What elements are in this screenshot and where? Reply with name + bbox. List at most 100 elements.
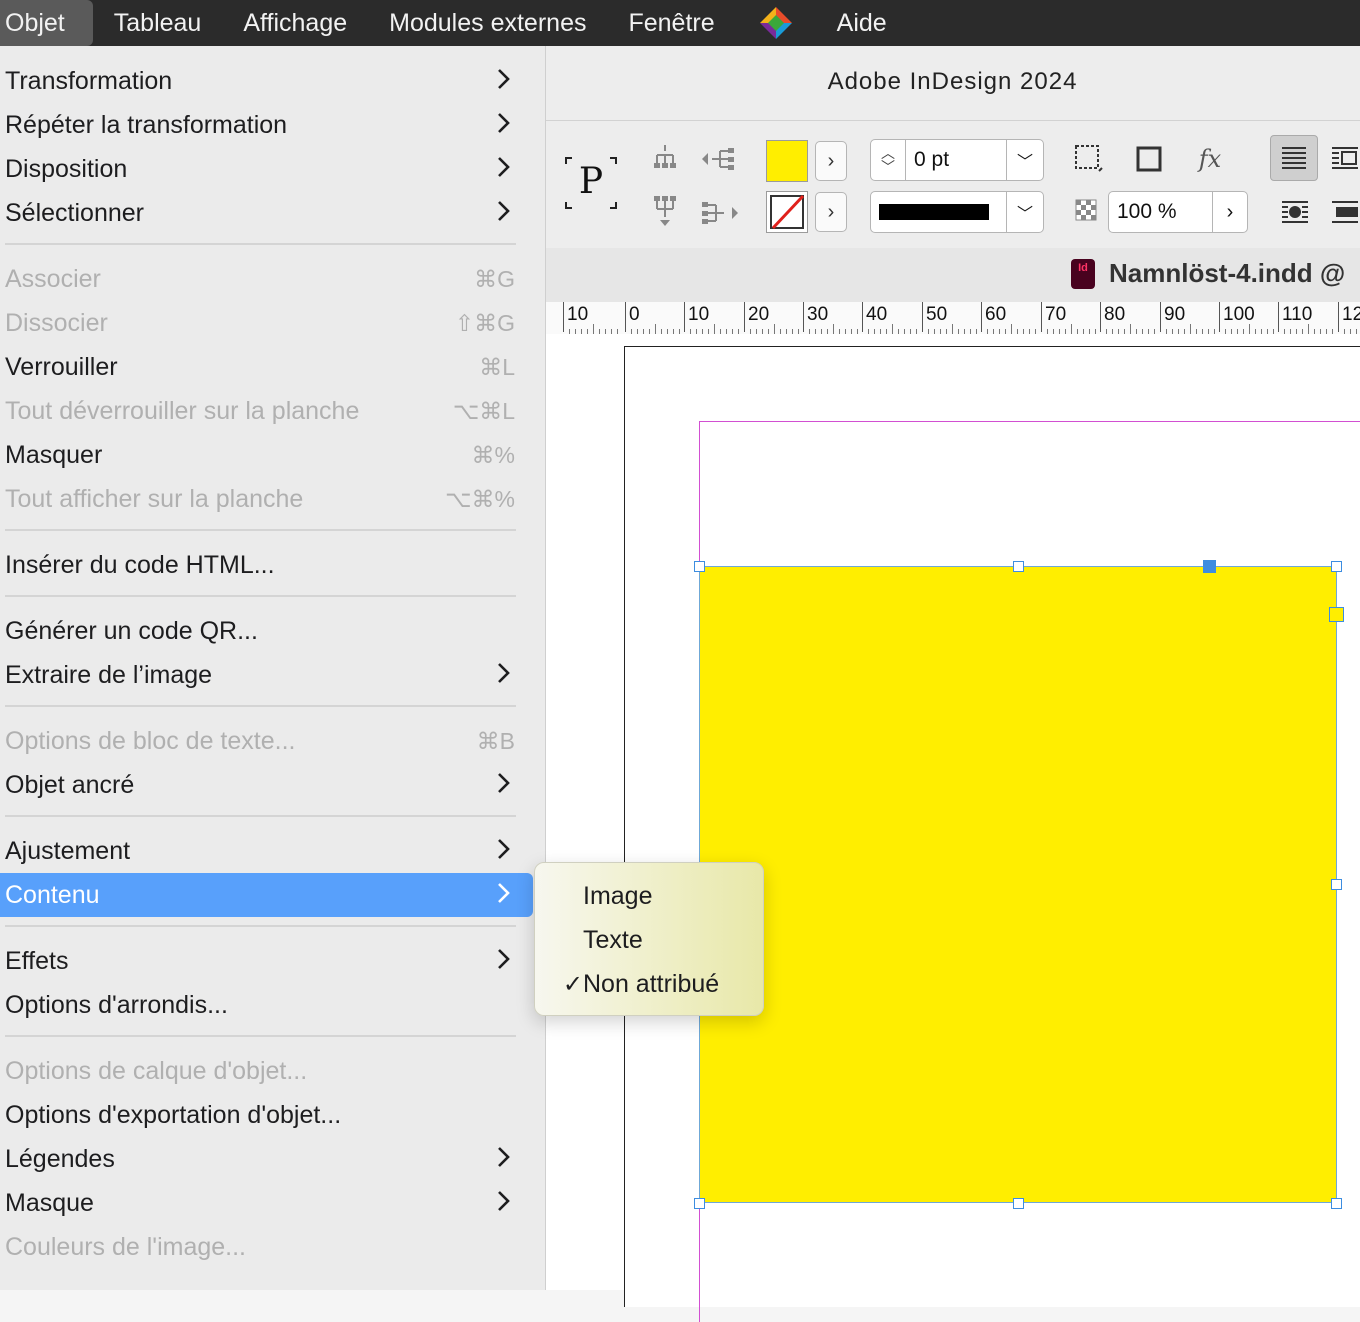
menu-item-label: Insérer du code HTML... [5, 550, 275, 579]
text-wrap-jump-icon[interactable] [1330, 195, 1360, 229]
ruler-minor-tick [654, 324, 656, 334]
align-left-icon[interactable] [700, 143, 740, 175]
text-wrap-bbox-icon[interactable] [1330, 137, 1360, 179]
menu-item-effets[interactable]: Effets [0, 939, 533, 983]
chevron-right-icon [497, 155, 511, 186]
chevron-right-icon [497, 1189, 511, 1220]
menu-item-objet-ancre[interactable]: Objet ancré [0, 763, 533, 807]
chevron-right-icon [497, 881, 511, 912]
stroke-frame-icon[interactable] [1131, 141, 1167, 177]
chevron-down-icon[interactable]: ﹀ [1006, 140, 1043, 180]
menu-item-shortcut: ⌘% [471, 441, 515, 468]
select-container-icon[interactable] [1071, 141, 1107, 177]
align-top-icon[interactable] [649, 141, 681, 177]
menu-item-repeter-la-transformation[interactable]: Répéter la transformation [0, 103, 533, 147]
ruler-minor-tick [1248, 324, 1250, 334]
document-tab[interactable]: Namnlöst-4.indd @ [1109, 258, 1345, 289]
selection-handle[interactable] [1331, 1198, 1342, 1209]
yellow-rectangle-frame[interactable] [699, 566, 1337, 1203]
text-wrap-none-button[interactable] [1270, 135, 1318, 181]
stroke-swatch[interactable] [766, 191, 808, 233]
menu-item-tout-deverrouiller-sur-la-planche: Tout déverrouiller sur la planche ⌥⌘L [0, 389, 533, 433]
ruler-label: 30 [807, 304, 829, 325]
submenu-item-label: Texte [583, 925, 643, 954]
ruler-minor-tick [592, 324, 594, 334]
align-bottom-icon[interactable] [649, 193, 681, 229]
menu-item-label: Contenu [5, 880, 100, 909]
stroke-type-field[interactable]: ﹀ [870, 191, 1044, 233]
selection-handle[interactable] [1331, 561, 1342, 572]
stroke-type-preview [879, 204, 989, 220]
script-menu-icon[interactable] [758, 5, 794, 41]
menu-item-label: Masquer [5, 440, 103, 469]
menu-item-transformation[interactable]: Transformation [0, 59, 533, 103]
menu-item-label: Options d'arrondis... [5, 990, 228, 1019]
menu-item-options-de-bloc-de-texte: Options de bloc de texte... ⌘B [0, 719, 533, 763]
opacity-icon [1071, 195, 1101, 225]
menu-item-legendes[interactable]: Légendes [0, 1137, 533, 1181]
live-corner-handle[interactable] [1329, 607, 1344, 622]
align-right-icon[interactable] [700, 197, 740, 229]
menu-item-verrouiller[interactable]: Verrouiller ⌘L [0, 345, 533, 389]
menu-item-label: Options d'exportation d'objet... [5, 1100, 342, 1129]
menu-item-selectionner[interactable]: Sélectionner [0, 191, 533, 235]
menu-separator [5, 815, 516, 817]
ruler-label: 70 [1045, 304, 1067, 325]
menu-item-label: Extraire de l’image [5, 660, 213, 689]
menu-item-label: Associer [5, 264, 101, 293]
chevron-down-icon[interactable]: ﹀ [1006, 192, 1043, 232]
selection-handle[interactable] [694, 561, 705, 572]
menu-separator [5, 705, 516, 707]
ruler-label: 80 [1104, 304, 1126, 325]
stroke-menu-button[interactable]: › [815, 192, 847, 232]
chevron-right-icon [497, 199, 511, 230]
stroke-weight-value[interactable]: 0 pt [906, 148, 1006, 172]
menu-item-masquer[interactable]: Masquer ⌘% [0, 433, 533, 477]
selection-handle[interactable] [1331, 879, 1342, 890]
stroke-weight-field[interactable]: ︿ ﹀ 0 pt ﹀ [870, 139, 1044, 181]
menu-item-shortcut: ⌘B [476, 727, 515, 754]
ruler-label: 10 [567, 304, 589, 325]
menu-item-tout-afficher-sur-la-planche: Tout afficher sur la planche ⌥⌘% [0, 477, 533, 521]
menubar-objet[interactable]: Objet [0, 0, 93, 46]
ruler-label: 12 [1342, 304, 1360, 325]
menu-separator [5, 243, 516, 245]
selection-handle[interactable] [1013, 561, 1024, 572]
fill-swatch[interactable] [766, 140, 808, 182]
reference-point-proxy[interactable]: P [565, 157, 617, 209]
submenu-item-texte[interactable]: Texte [535, 918, 763, 962]
horizontal-ruler[interactable]: 10 0 10 20 30 40 50 60 70 80 90 100 110 12 [545, 302, 1360, 335]
opacity-value[interactable]: 100 % [1109, 200, 1212, 224]
chevron-right-icon[interactable]: › [1212, 192, 1247, 232]
menubar-affichage[interactable]: Affichage [222, 0, 368, 46]
menu-item-label: Masque [5, 1188, 94, 1217]
text-wrap-shape-icon[interactable] [1278, 195, 1312, 229]
menu-item-extraire-de-l-image[interactable]: Extraire de l’image [0, 653, 533, 697]
menubar-modules-externes[interactable]: Modules externes [368, 0, 607, 46]
menu-item-disposition[interactable]: Disposition [0, 147, 533, 191]
menu-item-generer-un-code-qr[interactable]: Générer un code QR... [0, 609, 533, 653]
stepper-icon[interactable]: ︿ ﹀ [871, 140, 906, 180]
menubar-aide[interactable]: Aide [816, 0, 908, 46]
selection-handle[interactable] [694, 1198, 705, 1209]
effects-fx-icon[interactable]: fx [1190, 139, 1230, 179]
menu-item-options-d-arrondis[interactable]: Options d'arrondis... [0, 983, 533, 1027]
contenu-submenu: Image Texte ✓ Non attribué [534, 862, 764, 1016]
menu-item-contenu[interactable]: Contenu [0, 873, 533, 917]
ruler-minor-tick [832, 324, 834, 334]
content-grabber-handle[interactable] [1203, 560, 1216, 573]
fill-menu-button[interactable]: › [815, 141, 847, 181]
menubar-tableau[interactable]: Tableau [93, 0, 223, 46]
selection-handle[interactable] [1013, 1198, 1024, 1209]
menu-item-ajustement[interactable]: Ajustement [0, 829, 533, 873]
opacity-field[interactable]: 100 % › [1108, 191, 1248, 233]
menu-item-options-d-exportation-d-objet[interactable]: Options d'exportation d'objet... [0, 1093, 533, 1137]
submenu-item-image[interactable]: Image [535, 874, 763, 918]
menu-item-masque[interactable]: Masque [0, 1181, 533, 1225]
chevron-right-icon: › [827, 200, 835, 223]
submenu-item-non-attribue[interactable]: ✓ Non attribué [535, 962, 763, 1006]
menubar-fenetre[interactable]: Fenêtre [607, 0, 735, 46]
menu-item-shortcut: ⌥⌘L [452, 397, 515, 424]
ruler-minor-tick [891, 324, 893, 334]
menu-item-inserer-du-code-html[interactable]: Insérer du code HTML... [0, 543, 533, 587]
